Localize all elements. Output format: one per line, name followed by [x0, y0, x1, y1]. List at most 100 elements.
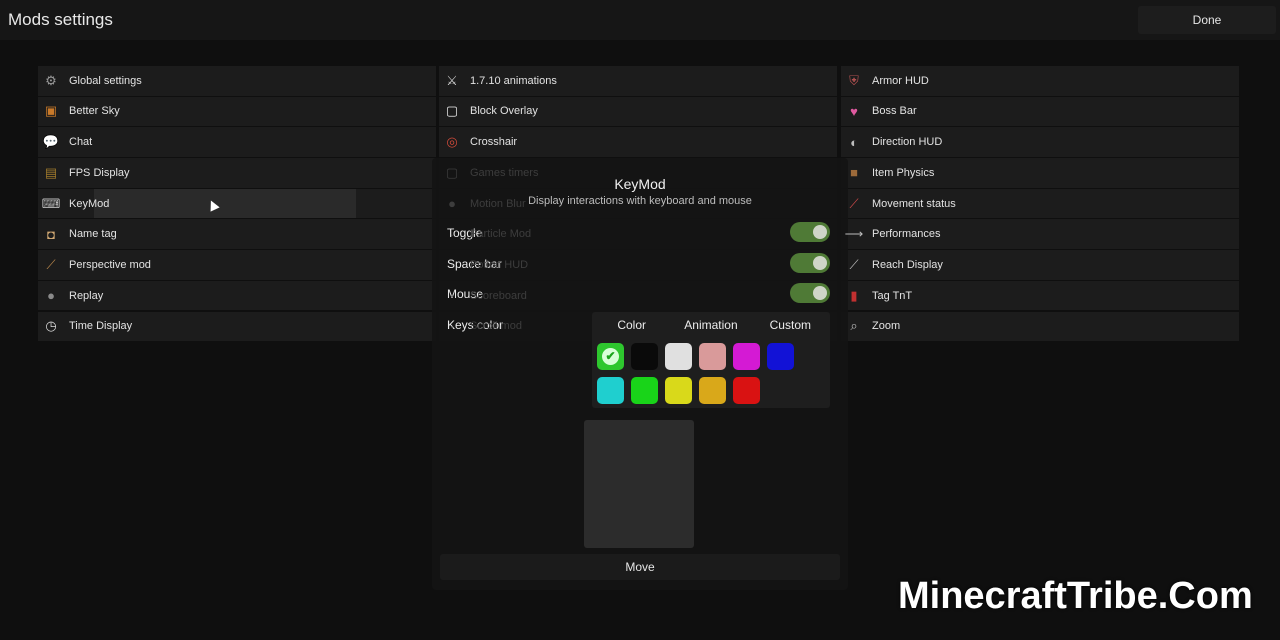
- done-button[interactable]: Done: [1138, 6, 1276, 34]
- switch-knob: [813, 225, 827, 239]
- color-swatch[interactable]: [665, 343, 692, 370]
- mod-label: Scroll mod: [470, 320, 522, 333]
- tnt-icon: ▮: [850, 287, 858, 303]
- mod-label: FPS Display: [69, 166, 130, 179]
- mod-label: Armor HUD: [872, 74, 929, 87]
- mod-row[interactable]: ◐ Direction HUD: [841, 127, 1239, 157]
- mod-label: Global settings: [69, 74, 142, 87]
- mod-label: Time Display: [69, 320, 133, 333]
- keyboard-icon: ⌨: [41, 195, 61, 211]
- color-swatch[interactable]: [767, 343, 794, 370]
- particle-icon: ·: [449, 226, 455, 242]
- block-outline-icon: ▢: [445, 103, 459, 119]
- mod-label: Particle Mod: [470, 228, 532, 241]
- mod-label: Crosshair: [470, 136, 518, 149]
- crossed-swords-icon: ⚔: [446, 72, 458, 88]
- switch-knob: [813, 256, 827, 270]
- toggle-option-switch[interactable]: [790, 222, 830, 242]
- motion-blur-icon: ●: [448, 196, 456, 211]
- mod-row[interactable]: ⟋ Reach Display: [841, 250, 1239, 280]
- mod-label: Tag TnT: [872, 289, 913, 302]
- mod-row[interactable]: ◷ Time Display: [38, 311, 436, 341]
- mod-row[interactable]: ▤ FPS Display: [38, 158, 436, 188]
- color-swatch[interactable]: [733, 343, 760, 370]
- mod-label: Potion HUD: [470, 258, 529, 271]
- color-swatch[interactable]: [665, 377, 692, 404]
- mods-column-3: ⛨ Armor HUD ♥ Boss Bar ◐ Direction HUD ■ Item P…: [841, 66, 1239, 342]
- magnifier-icon: ⌕: [850, 318, 858, 334]
- mod-label: Movement status: [872, 197, 956, 210]
- sword-icon: ⟋: [849, 256, 859, 272]
- mod-row[interactable]: ⌨ KeyMod: [38, 188, 436, 219]
- mod-row[interactable]: ⌕ Zoom: [841, 311, 1239, 341]
- mod-row[interactable]: ◎ Crosshair: [439, 127, 837, 157]
- mod-row[interactable]: ⟶ Performances: [841, 219, 1239, 249]
- sky-icon: ▣: [44, 103, 58, 119]
- color-swatch[interactable]: [699, 377, 726, 404]
- mod-row[interactable]: ▮ Tag TnT: [841, 280, 1239, 311]
- color-swatch[interactable]: [699, 343, 726, 370]
- mod-label: Direction HUD: [872, 136, 943, 149]
- mod-row[interactable]: ■ Item Physics: [841, 158, 1239, 188]
- space-bar-option-switch[interactable]: [790, 253, 830, 273]
- color-swatch[interactable]: [631, 343, 658, 370]
- move-button[interactable]: Move: [440, 554, 840, 580]
- mod-label: Block Overlay: [470, 105, 538, 118]
- mod-row[interactable]: ⟋ Perspective mod: [38, 250, 436, 280]
- mod-label: 1.7.10 animations: [470, 74, 557, 87]
- color-picker-tabs: Color Animation Custom: [592, 312, 830, 338]
- mod-row[interactable]: ● Replay: [38, 280, 436, 311]
- name-tag-icon: ◘: [47, 226, 55, 242]
- switch-knob: [813, 286, 827, 300]
- movement-icon: ⟋: [849, 195, 859, 211]
- mod-row[interactable]: ◘ Name tag: [38, 219, 436, 249]
- gear-icon: ⚙: [45, 72, 57, 88]
- fps-icon: ▤: [44, 164, 58, 180]
- replay-camera-icon: ●: [47, 288, 55, 304]
- mod-label: Better Sky: [69, 105, 120, 118]
- mod-label: Perspective mod: [69, 258, 151, 271]
- mod-row[interactable]: ⛨ Armor HUD: [841, 66, 1239, 96]
- clock-icon: ◷: [45, 318, 57, 334]
- mod-row[interactable]: 💬 Chat: [38, 127, 436, 157]
- mod-row[interactable]: ♥ Boss Bar: [841, 96, 1239, 127]
- mod-label: Games timers: [470, 166, 539, 179]
- performance-icon: ⟶: [844, 226, 864, 242]
- tab-custom[interactable]: Custom: [751, 312, 830, 338]
- mod-label: Boss Bar: [872, 105, 917, 118]
- compass-icon: ◐: [850, 134, 858, 150]
- item-box-icon: ■: [850, 165, 858, 181]
- mod-label: Zoom: [872, 320, 901, 333]
- mod-label: Scoreboard: [470, 289, 527, 302]
- mod-row[interactable]: ⟋ Movement status: [841, 188, 1239, 219]
- perspective-icon: ⟋: [46, 256, 56, 272]
- mouse-option-switch[interactable]: [790, 283, 830, 303]
- selected-check-icon: ✔: [602, 348, 619, 365]
- mod-row[interactable]: ▢ Block Overlay: [439, 96, 837, 127]
- heart-icon: ♥: [850, 103, 858, 119]
- watermark: MinecraftTribe.Com: [898, 575, 1253, 617]
- tab-color[interactable]: Color: [592, 312, 671, 338]
- color-swatch[interactable]: [733, 377, 760, 404]
- color-picker-panel: Color Animation Custom ✔: [592, 312, 830, 408]
- tab-animation[interactable]: Animation: [671, 312, 750, 338]
- keymod-settings-modal: KeyMod Display interactions with keyboar…: [432, 158, 848, 590]
- armor-icon: ⛨: [849, 72, 859, 88]
- mod-label: Reach Display: [872, 258, 943, 271]
- mod-label: Item Physics: [872, 166, 935, 179]
- mod-label: Performances: [872, 228, 941, 241]
- scroll-icon: ·: [449, 318, 455, 334]
- page-title: Mods settings: [8, 10, 113, 29]
- timer-icon: ▢: [445, 164, 459, 180]
- mod-row[interactable]: ⚙ Global settings: [38, 66, 436, 96]
- color-swatch[interactable]: ✔: [597, 343, 624, 370]
- mod-label: Name tag: [69, 228, 117, 241]
- mod-row[interactable]: ⚔ 1.7.10 animations: [439, 66, 837, 96]
- mod-label: Replay: [69, 289, 104, 302]
- color-swatch[interactable]: [631, 377, 658, 404]
- potion-icon: ·: [449, 257, 455, 273]
- mod-label: Chat: [69, 136, 93, 149]
- scoreboard-icon: ·: [449, 288, 455, 304]
- mod-row[interactable]: ▣ Better Sky: [38, 96, 436, 127]
- color-swatch[interactable]: [597, 377, 624, 404]
